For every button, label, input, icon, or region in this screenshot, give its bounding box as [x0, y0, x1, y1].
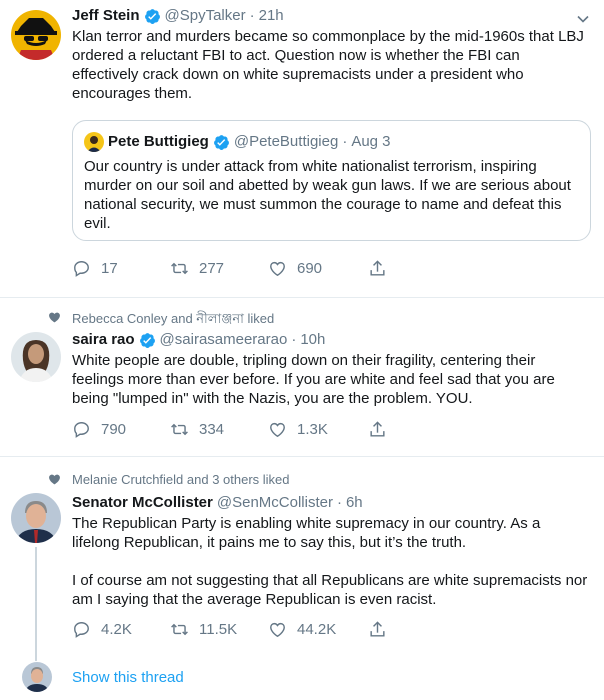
- retweet-icon: [171, 262, 188, 274]
- retweet-count: 11.5K: [199, 620, 238, 638]
- quoted-tweet-header: Pete Buttigieg @PeteButtigieg · Aug 3: [84, 132, 391, 152]
- heart-small-icon: [49, 312, 60, 323]
- like-icon: [270, 422, 285, 437]
- retweet-count: 334: [199, 420, 225, 438]
- retweet-button[interactable]: 277: [170, 259, 224, 278]
- like-icon: [270, 261, 285, 276]
- tweet-header: Senator McCollister @SenMcCollister · 6h: [72, 493, 590, 513]
- avatar-senator-mccollister[interactable]: [11, 493, 61, 543]
- tweet-time[interactable]: 21h: [259, 6, 284, 26]
- separator-dot: ·: [249, 7, 255, 24]
- verified-icon: [213, 134, 229, 150]
- separator-dot: ·: [291, 331, 297, 348]
- tweet-2[interactable]: Rebecca Conley and নীলাঞ্জনা liked saira…: [0, 298, 604, 457]
- tweet-time[interactable]: 10h: [300, 330, 325, 350]
- like-button[interactable]: 690: [268, 259, 322, 278]
- tweet-text: White people are double, tripling down o…: [72, 352, 555, 407]
- like-button[interactable]: 1.3K: [268, 420, 328, 439]
- quoted-author-handle[interactable]: @PeteButtigieg: [234, 132, 338, 152]
- social-context[interactable]: Melanie Crutchfield and 3 others liked: [49, 472, 290, 487]
- quoted-author-name[interactable]: Pete Buttigieg: [108, 132, 209, 152]
- reply-button[interactable]: 4.2K: [72, 620, 132, 639]
- caret-down-icon[interactable]: [576, 12, 590, 26]
- separator-dot: ·: [342, 133, 348, 150]
- like-button[interactable]: 44.2K: [268, 620, 336, 639]
- like-icon: [270, 622, 285, 637]
- author-name[interactable]: saira rao: [72, 330, 135, 350]
- thread-line: [35, 547, 37, 661]
- share-button[interactable]: [368, 259, 397, 278]
- author-handle[interactable]: @SpyTalker: [165, 6, 246, 26]
- retweet-icon: [171, 423, 188, 435]
- verified-icon: [144, 8, 160, 24]
- social-context[interactable]: Rebecca Conley and নীলাঞ্জনা liked: [49, 310, 275, 331]
- reply-button[interactable]: 790: [72, 420, 126, 439]
- quoted-tweet-time[interactable]: Aug 3: [351, 132, 390, 152]
- retweet-icon: [171, 623, 188, 635]
- retweet-button[interactable]: 11.5K: [170, 620, 237, 639]
- avatar-jeff-stein[interactable]: [11, 10, 61, 60]
- quoted-tweet-text: Our country is under attack from white n…: [84, 158, 571, 232]
- reply-count: 4.2K: [101, 620, 132, 638]
- tweet-text-paragraph-1: The Republican Party is enabling white s…: [72, 515, 541, 551]
- like-count: 1.3K: [297, 420, 328, 438]
- show-this-thread-link[interactable]: Show this thread: [72, 669, 184, 686]
- share-icon: [370, 420, 385, 437]
- author-handle[interactable]: @sairasameerarao: [160, 330, 288, 350]
- heart-small-icon: [49, 474, 60, 485]
- share-button[interactable]: [368, 620, 397, 639]
- author-name[interactable]: Jeff Stein: [72, 6, 140, 26]
- share-icon: [370, 620, 385, 637]
- retweet-count: 277: [199, 259, 225, 277]
- avatar-pete-buttigieg[interactable]: [84, 132, 104, 152]
- show-thread-avatar[interactable]: [22, 662, 52, 692]
- reply-count: 17: [101, 259, 118, 277]
- reply-icon: [74, 621, 89, 638]
- social-context-text: Rebecca Conley and নীলাঞ্জনা liked: [72, 311, 275, 326]
- share-button[interactable]: [368, 420, 397, 439]
- tweet-header: saira rao @sairasameerarao · 10h: [72, 330, 590, 350]
- reply-count: 790: [101, 420, 127, 438]
- like-count: 44.2K: [297, 620, 337, 638]
- author-name[interactable]: Senator McCollister: [72, 493, 213, 513]
- tweet-3[interactable]: Melanie Crutchfield and 3 others liked S…: [0, 457, 604, 700]
- quoted-tweet[interactable]: Pete Buttigieg @PeteButtigieg · Aug 3 Ou…: [72, 120, 591, 241]
- tweet-text: Klan terror and murders became so common…: [72, 28, 584, 102]
- separator-dot: ·: [336, 494, 342, 511]
- tweet-header: Jeff Stein @SpyTalker · 21h: [72, 6, 590, 26]
- verified-icon: [139, 332, 155, 348]
- share-icon: [370, 259, 385, 276]
- retweet-button[interactable]: 334: [170, 420, 224, 439]
- social-context-text: Melanie Crutchfield and 3 others liked: [72, 472, 290, 487]
- tweet-time[interactable]: 6h: [346, 493, 363, 513]
- tweet-1[interactable]: Jeff Stein @SpyTalker · 21h Klan terror …: [0, 0, 604, 298]
- reply-icon: [74, 260, 89, 277]
- avatar-saira-rao[interactable]: [11, 332, 61, 382]
- reply-icon: [74, 421, 89, 438]
- reply-button[interactable]: 17: [72, 259, 118, 278]
- like-count: 690: [297, 259, 323, 277]
- author-handle[interactable]: @SenMcCollister: [217, 493, 333, 513]
- tweet-text-paragraph-2: I of course am not suggesting that all R…: [72, 572, 588, 608]
